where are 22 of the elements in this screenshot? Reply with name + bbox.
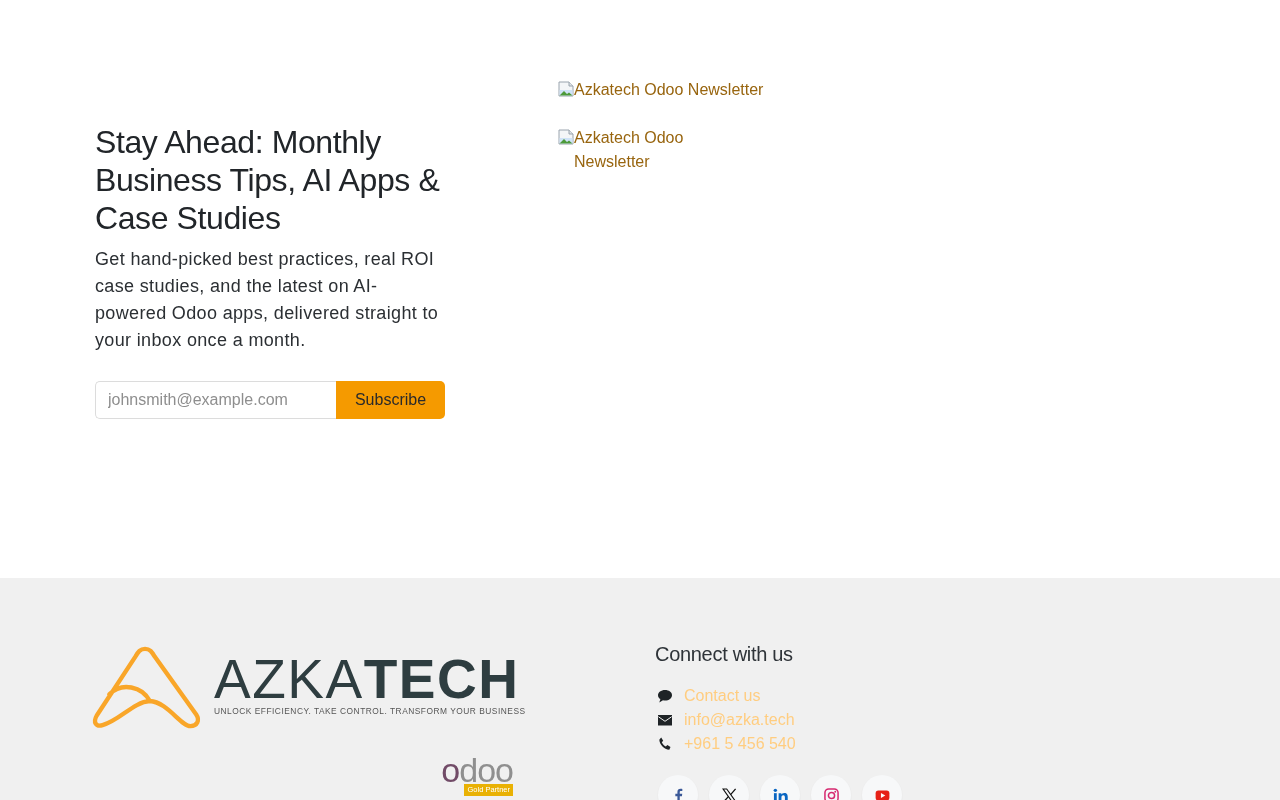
linkedin-icon	[772, 787, 788, 800]
contact-link[interactable]: Contact us	[684, 684, 761, 708]
chat-bubble-icon	[657, 688, 673, 704]
logo-wordmark: AZKATECH	[214, 654, 520, 704]
logo-tagline: UNLOCK EFFICIENCY. TAKE CONTROL. TRANSFORM YOUR BUSINESS	[214, 706, 526, 716]
broken-image-icon	[558, 129, 574, 145]
envelope-icon	[657, 712, 673, 728]
x-icon	[721, 787, 737, 800]
instagram-icon	[823, 787, 839, 800]
partner-wordmark: odoo	[441, 757, 513, 783]
youtube-icon	[874, 789, 890, 800]
broken-image-icon	[558, 81, 574, 97]
email-link[interactable]: info@azka.tech	[684, 708, 795, 732]
connect-heading: Connect with us	[655, 642, 793, 667]
image-alt-text: Azkatech Odoo Newsletter	[574, 80, 764, 100]
newsletter-heading: Stay Ahead: Monthly Business Tips, AI Apps & Case Studies	[95, 123, 441, 237]
phone-link[interactable]: +961 5 456 540	[684, 732, 796, 756]
email-field[interactable]: johnsmith@example.com	[95, 381, 336, 419]
newsletter-description: Get hand-picked best practices, real ROI case studies, and the latest on AI-powered Odoo apps, delivered straight to your inbox once a month.	[95, 248, 440, 352]
phone-icon	[657, 736, 673, 752]
subscribe-button[interactable]: Subscribe	[336, 381, 445, 419]
image-alt-text: Azkatech Odoo Newsletter	[574, 128, 685, 172]
